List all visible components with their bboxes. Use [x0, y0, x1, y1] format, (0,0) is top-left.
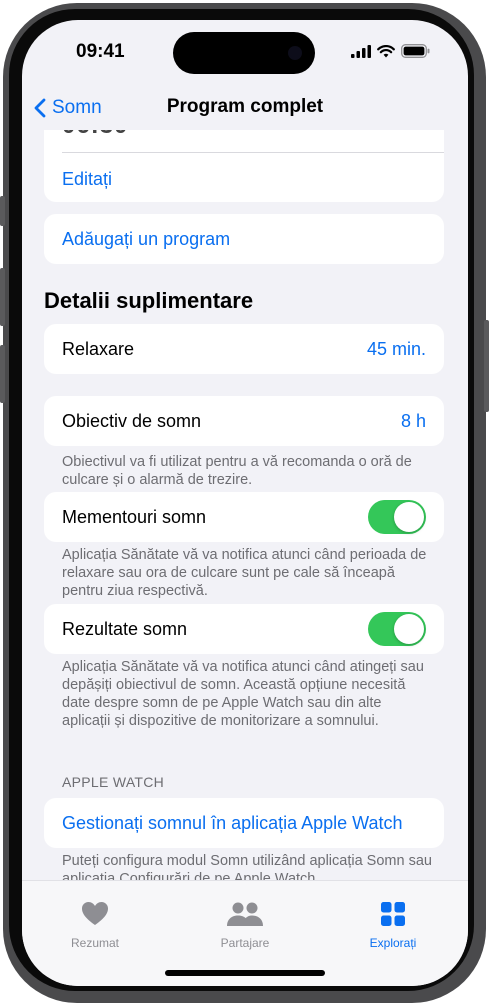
- action-button: [0, 196, 5, 226]
- goal-footer: Obiectivul va fi utilizat pentru a vă re…: [62, 454, 412, 488]
- wifi-icon: [377, 44, 395, 57]
- dynamic-island: [173, 32, 315, 74]
- divider: [62, 152, 444, 153]
- tab-summary-label: Rezumat: [70, 936, 120, 950]
- edit-schedule-link[interactable]: Editați: [62, 169, 426, 190]
- home-indicator[interactable]: [165, 970, 325, 976]
- volume-up-button: [0, 268, 5, 326]
- grid-icon: [381, 902, 405, 926]
- heart-icon: [82, 902, 108, 925]
- status-time: 09:41: [76, 41, 125, 62]
- toggle-knob: [394, 614, 424, 644]
- people-icon: [227, 902, 263, 926]
- scroll-content[interactable]: 06:30 Editați Adăugați un program Detali…: [22, 130, 468, 880]
- tab-explore[interactable]: Explorați: [333, 901, 453, 950]
- tab-explore-label: Explorați: [369, 936, 417, 950]
- goal-value[interactable]: 8 h: [401, 411, 426, 432]
- status-icons: [351, 44, 430, 58]
- cellular-signal-icon: [351, 44, 371, 58]
- reminders-toggle[interactable]: [368, 500, 426, 534]
- volume-down-button: [0, 345, 5, 403]
- tab-sharing-label: Partajare: [220, 936, 270, 950]
- relax-card[interactable]: Relaxare 45 min.: [44, 324, 444, 374]
- page-title: Program complet: [166, 96, 324, 117]
- power-button: [484, 320, 489, 412]
- results-card: Rezultate somn: [44, 604, 444, 654]
- results-footer: Aplicația Sănătate vă va notifica atunci…: [62, 659, 424, 729]
- screen: 09:41 Somn Program complet Editați Adăug…: [22, 20, 468, 986]
- schedule-card: 06:30 Editați: [44, 130, 444, 202]
- goal-label: Obiectiv de somn: [62, 411, 202, 431]
- goal-card[interactable]: Obiectiv de somn 8 h: [44, 396, 444, 446]
- camera-icon: [288, 46, 302, 60]
- schedule-time-partial: 06:30: [62, 130, 426, 140]
- reminders-footer: Aplicația Sănătate vă va notifica atunci…: [62, 547, 427, 599]
- results-toggle[interactable]: [368, 612, 426, 646]
- toggle-knob: [394, 502, 424, 532]
- apple-watch-footer: Puteți configura modul Somn utilizând ap…: [62, 853, 432, 880]
- reminders-card: Mementouri somn: [44, 492, 444, 542]
- add-schedule-link[interactable]: Adăugați un program: [62, 229, 426, 250]
- battery-icon: [401, 44, 430, 58]
- apple-watch-header: APPLE WATCH: [62, 774, 165, 790]
- manage-sleep-link[interactable]: Gestionați somnul în aplicația Apple Wat…: [62, 813, 426, 834]
- navigation-bar: Somn Program complet: [22, 86, 468, 130]
- apple-watch-card[interactable]: Gestionați somnul în aplicația Apple Wat…: [44, 798, 444, 848]
- relax-value[interactable]: 45 min.: [367, 339, 426, 360]
- section-title: Detalii suplimentare: [44, 288, 254, 313]
- tab-summary[interactable]: Rezumat: [35, 901, 155, 950]
- tab-sharing[interactable]: Partajare: [185, 901, 305, 950]
- add-schedule-card[interactable]: Adăugați un program: [44, 214, 444, 264]
